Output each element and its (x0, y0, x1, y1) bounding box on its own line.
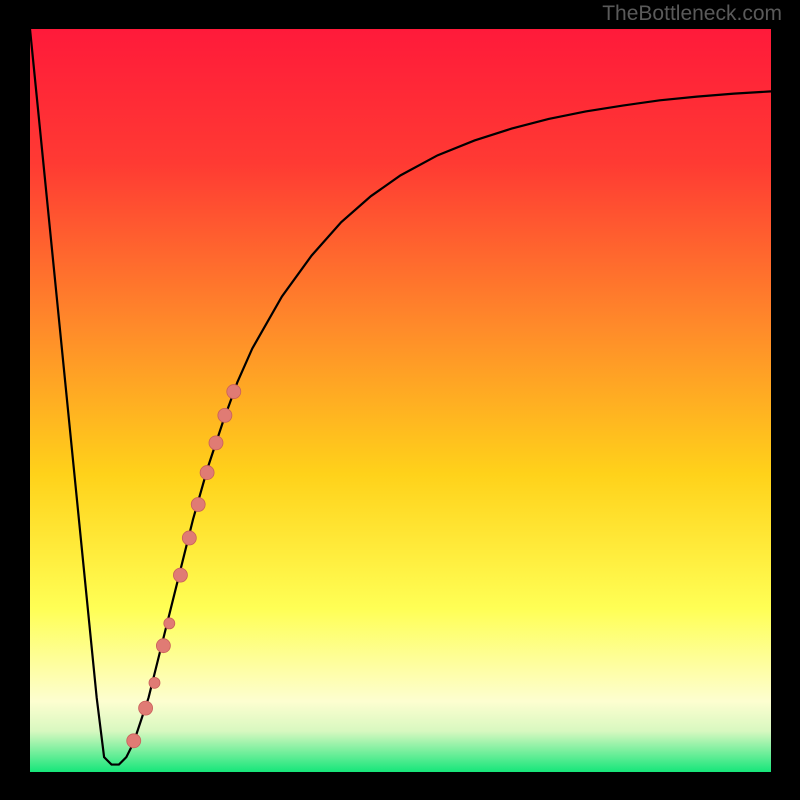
curve-marker (127, 734, 141, 748)
curve-marker (200, 466, 214, 480)
curve-marker (149, 677, 160, 688)
gradient-background (30, 29, 771, 772)
curve-marker (227, 385, 241, 399)
chart-frame: TheBottleneck.com (0, 0, 800, 800)
curve-marker (182, 531, 196, 545)
curve-marker (139, 701, 153, 715)
curve-marker (209, 436, 223, 450)
curve-marker (191, 498, 205, 512)
bottleneck-chart (0, 0, 800, 800)
curve-marker (156, 639, 170, 653)
curve-marker (218, 408, 232, 422)
curve-marker (173, 568, 187, 582)
attribution-label: TheBottleneck.com (602, 2, 782, 26)
curve-marker (164, 618, 175, 629)
